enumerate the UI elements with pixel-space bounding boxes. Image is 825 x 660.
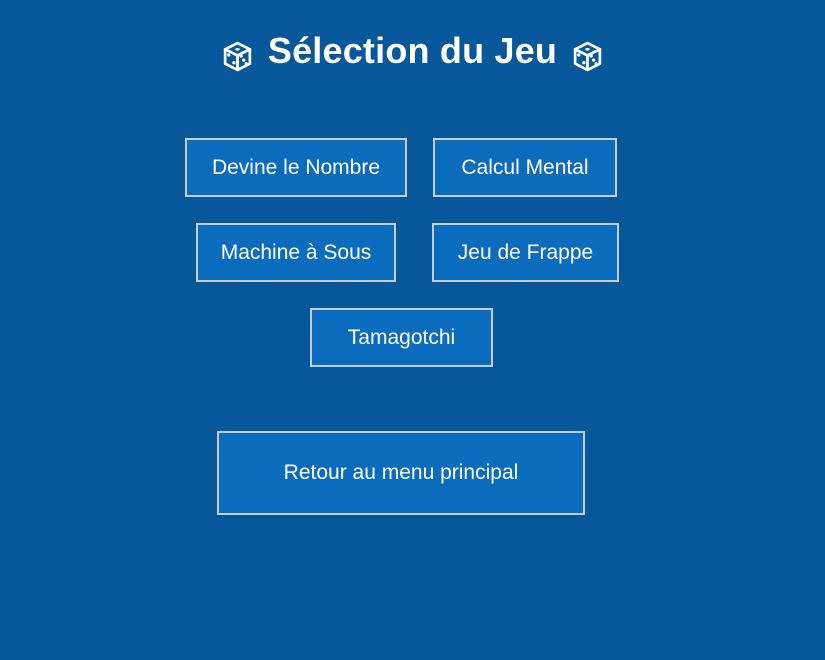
back-to-main-menu-button[interactable]: Retour au menu principal [217, 431, 585, 515]
devine-le-nombre-button[interactable]: Devine le Nombre [185, 138, 407, 197]
title-text: Sélection du Jeu [267, 30, 558, 71]
tamagotchi-button[interactable]: Tamagotchi [310, 308, 493, 367]
calcul-mental-button[interactable]: Calcul Mental [433, 138, 617, 197]
dice-icon [571, 40, 604, 73]
machine-a-sous-button[interactable]: Machine à Sous [196, 223, 396, 282]
page-title: Sélection du Jeu [0, 30, 825, 72]
dice-icon [221, 40, 254, 73]
jeu-de-frappe-button[interactable]: Jeu de Frappe [432, 223, 619, 282]
